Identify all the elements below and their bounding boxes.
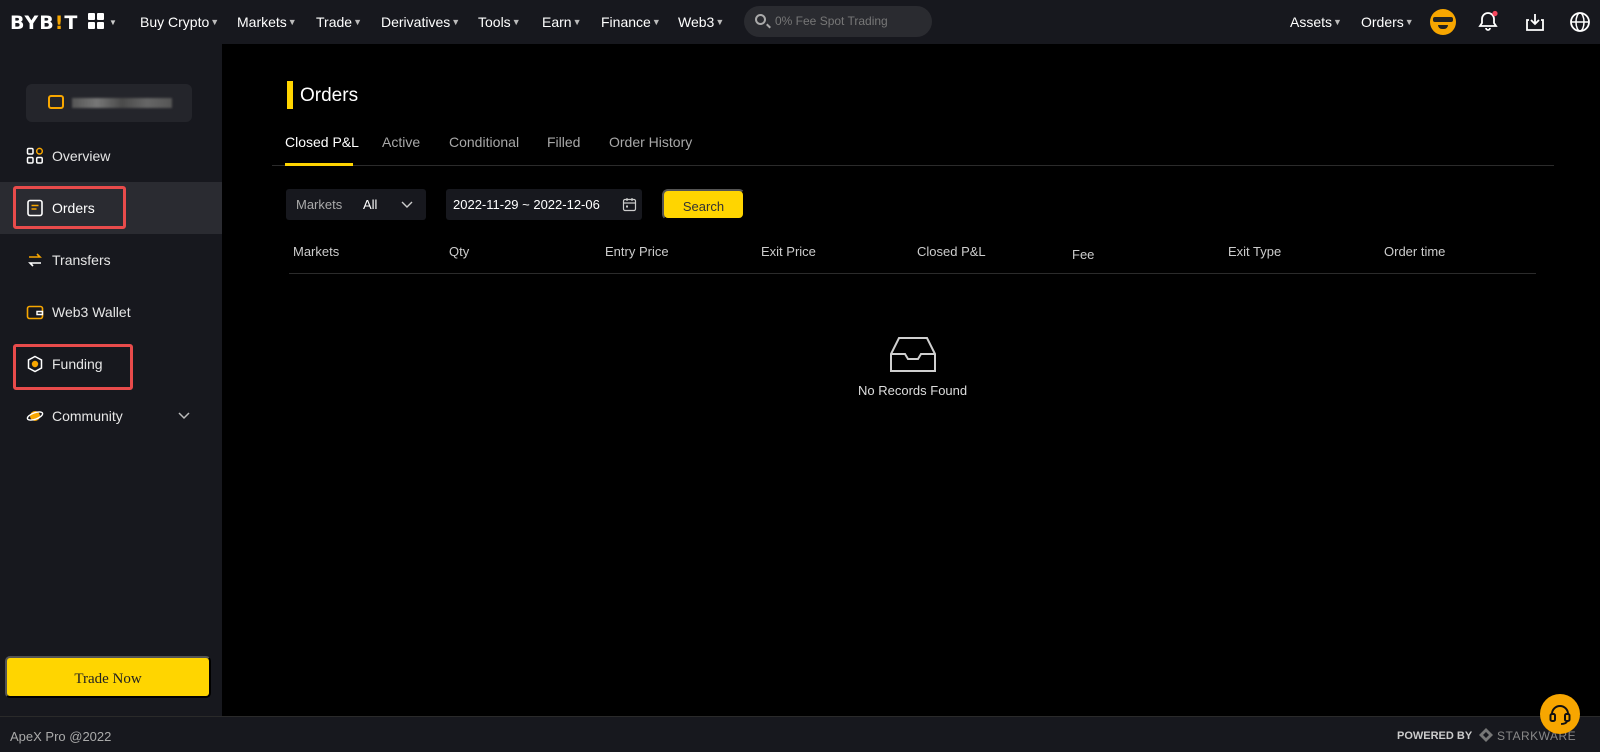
sidebar-item-transfers[interactable]: Transfers [0,234,222,286]
caret-down-icon: ▼ [715,17,725,27]
globe-icon[interactable] [1568,10,1592,34]
footer-copyright: ApeX Pro @2022 [10,729,112,744]
column-header-entry-price: Entry Price [605,244,669,259]
support-chat-button[interactable] [1540,694,1580,734]
starkware-logo-icon [1479,728,1493,742]
caret-down-icon: ▼ [1404,17,1414,27]
nav-trade[interactable]: Trade▼ [316,14,362,30]
bell-icon[interactable] [1476,10,1500,34]
tabs-divider [272,165,1554,166]
transfers-icon [28,253,42,267]
caret-down-icon: ▼ [511,17,521,27]
search-icon [755,14,766,25]
footer-powered-by: POWERED BY [1397,730,1473,742]
tab-filled[interactable]: Filled [547,134,580,150]
caret-down-icon: ▼ [210,17,220,27]
sidebar-item-label: Transfers [52,252,111,268]
caret-down-icon: ▼ [353,17,362,27]
caret-down-icon: ▼ [572,17,582,27]
column-header-qty: Qty [449,244,470,259]
community-icon [26,411,44,421]
nav-web3[interactable]: Web3▼ [678,14,724,30]
sidebar-item-label: Community [52,408,123,424]
apps-grid-icon[interactable]: ▼ [88,13,118,31]
markets-filter-select[interactable]: Markets All [286,189,426,220]
empty-inbox-icon [890,337,936,372]
top-navigation-bar: BYB!T ▼ Buy Crypto▼ Markets▼ Trade▼ Deri… [0,0,1600,44]
calendar-icon [622,198,637,212]
avatar[interactable] [1430,9,1456,35]
table-header-divider [289,273,1536,274]
nav-earn[interactable]: Earn▼ [542,14,582,30]
download-icon[interactable] [1523,10,1547,34]
trade-now-button[interactable]: Trade Now [5,656,211,698]
active-tab-indicator [285,163,353,166]
title-accent-bar [287,81,293,109]
column-header-markets: Markets [293,244,340,259]
nav-buy-crypto[interactable]: Buy Crypto▼ [140,14,219,30]
column-header-exit-type: Exit Type [1228,244,1282,259]
headset-icon [1549,705,1571,725]
account-address-blurred [72,98,172,108]
column-header-exit-price: Exit Price [761,244,816,259]
sidebar-item-label: Web3 Wallet [52,304,131,320]
date-range-picker[interactable]: 2022-11-29 ~ 2022-12-06 [446,189,642,220]
tab-active[interactable]: Active [382,134,420,150]
nav-markets[interactable]: Markets▼ [237,14,297,30]
markets-filter-label: Markets [296,197,343,212]
empty-state-text: No Records Found [858,383,968,398]
caret-down-icon: ▼ [1333,17,1342,27]
tab-closed-pnl[interactable]: Closed P&L [285,134,359,150]
caret-down-icon: ▼ [287,17,297,27]
overview-icon [26,147,44,164]
column-header-closed-pnl: Closed P&L [917,244,986,259]
search-button[interactable]: Search [662,189,745,220]
highlight-box-orders [13,186,126,229]
page-title: Orders [300,85,359,106]
date-range-value: 2022-11-29 ~ 2022-12-06 [453,197,600,212]
chevron-down-icon [401,201,413,208]
sidebar-item-web3-wallet[interactable]: Web3 Wallet [0,286,222,338]
chevron-down-icon[interactable] [176,407,192,423]
sidebar-item-overview[interactable]: Overview [0,130,222,182]
nav-tools[interactable]: Tools▼ [478,14,521,30]
bybit-logo[interactable]: BYB!T [10,12,78,34]
footer: ApeX Pro @2022 POWERED BY STARKWARE [0,716,1600,752]
caret-down-icon: ▼ [451,17,461,27]
tab-conditional[interactable]: Conditional [449,134,519,150]
column-header-order-time: Order time [1384,244,1446,259]
nav-assets[interactable]: Assets▼ [1290,14,1342,30]
nav-derivatives[interactable]: Derivatives▼ [381,14,460,30]
search-placeholder: 0% Fee Spot Trading [775,14,888,28]
caret-down-icon: ▼ [651,17,661,27]
column-header-fee: Fee [1072,247,1095,262]
tab-order-history[interactable]: Order History [609,134,692,150]
search-input[interactable]: 0% Fee Spot Trading [744,6,932,37]
nav-orders[interactable]: Orders▼ [1361,14,1414,30]
wallet-icon [48,95,64,109]
highlight-box-funding [13,344,133,390]
nav-finance[interactable]: Finance▼ [601,14,661,30]
markets-filter-value: All [363,197,378,212]
sidebar-item-label: Overview [52,148,111,164]
account-selector[interactable] [26,84,192,122]
sidebar-item-community[interactable]: Community [0,390,222,442]
wallet-icon [26,305,44,320]
